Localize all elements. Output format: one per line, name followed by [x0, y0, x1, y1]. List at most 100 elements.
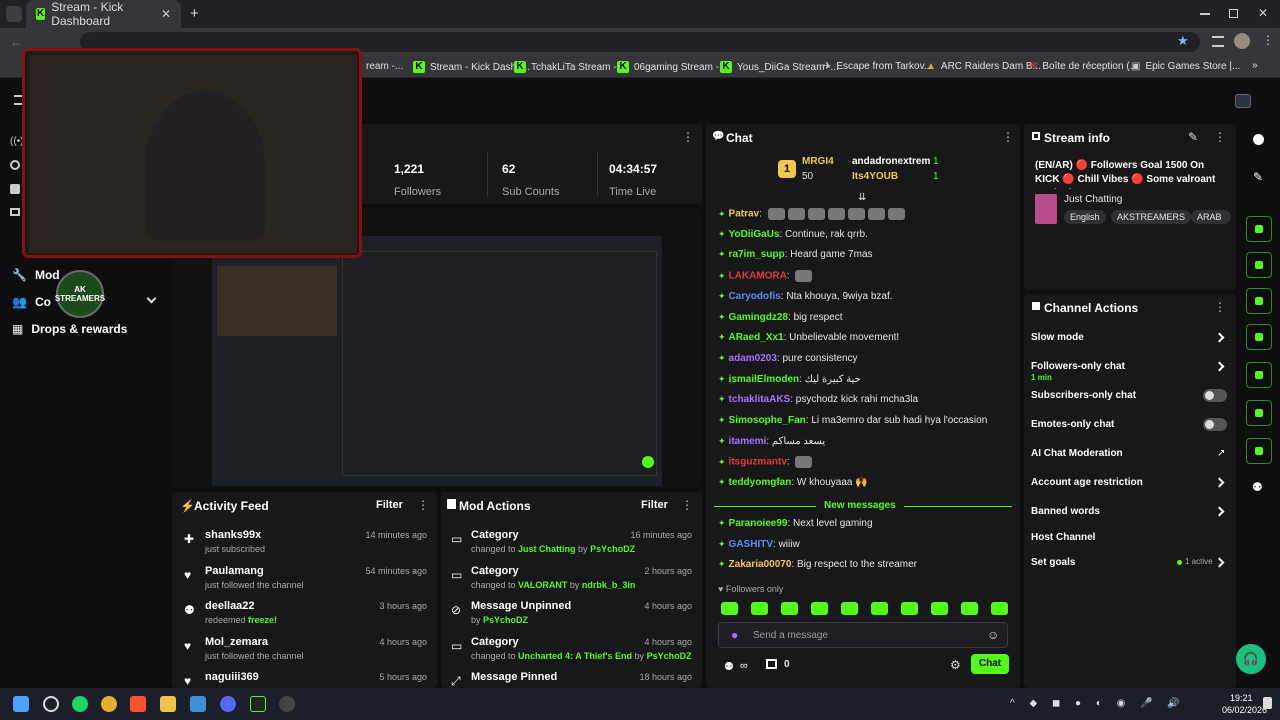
chat-settings-gear-icon[interactable]: ⚙ [950, 658, 961, 672]
chat-settings-icon[interactable] [10, 184, 20, 194]
support-button[interactable]: 🎧 [1236, 644, 1266, 674]
mod-filter-button[interactable]: Filter [641, 499, 668, 511]
kick-app-icon[interactable] [250, 696, 266, 712]
chat-message[interactable]: ✦ ARaed_Xx1: Unbelievable movement! [718, 332, 1014, 353]
mod-action-mod[interactable]: PsYchoDZ [647, 651, 691, 661]
mod-action-item[interactable]: ▭ Category changed to Just Chatting by PsY… [441, 526, 702, 560]
mod-action-mod[interactable]: ndrbk_b_3in [582, 580, 636, 590]
analytics-icon[interactable] [10, 160, 20, 170]
back-icon[interactable]: ← [10, 35, 22, 49]
chevron-right-icon[interactable] [1214, 557, 1225, 568]
sidebar-item-community[interactable]: 👥 Co [12, 295, 51, 309]
channel-action-row[interactable]: Subscribers-only chat [1031, 389, 1231, 412]
chrome-icon[interactable] [101, 696, 117, 712]
chat-username[interactable]: GASHITV [729, 539, 773, 550]
channel-action-row[interactable]: AI Chat Moderation ↗ [1031, 448, 1231, 470]
channel-actions-menu-icon[interactable]: ⋮ [1214, 300, 1226, 314]
channel-action-row[interactable]: Set goals 1 active [1031, 557, 1231, 579]
maximize-icon[interactable] [1229, 9, 1238, 18]
chat-username[interactable]: LAKAMORA [729, 271, 787, 282]
stream-preview-video[interactable] [212, 236, 662, 486]
spotify-icon[interactable] [72, 696, 88, 712]
activity-item[interactable]: ⚉ deellaa22 redeemed freeze! 3 hours ago [172, 597, 437, 631]
chat-username[interactable]: YoDiiGaUs [729, 229, 780, 240]
activity-filter-button[interactable]: Filter [376, 499, 403, 511]
emote-icon[interactable] [781, 602, 798, 615]
chat-message[interactable]: ✦ Caryodofis: Nta khouya, 9wiya bzaf. [718, 291, 1014, 312]
tool-button-crop[interactable] [1246, 216, 1272, 242]
emote-icon[interactable] [991, 602, 1008, 615]
chat-username[interactable]: Zakaria00070 [729, 559, 792, 570]
extensions-icon[interactable] [1212, 36, 1224, 47]
tool-button-lightning[interactable] [1246, 252, 1272, 278]
bookmark-item[interactable]: K TchakLiTa Stream -... [514, 61, 625, 73]
channel-action-row[interactable]: Host Channel [1031, 532, 1231, 554]
activity-user[interactable]: naguiii369 [205, 671, 259, 683]
community-tool-icon[interactable]: ⚉ [1252, 480, 1263, 494]
mod-action-target[interactable]: Uncharted 4: A Thief's End [518, 651, 632, 661]
chat-message[interactable]: ✦ Simosophe_Fan: Li ma3emro dar sub hadi … [718, 415, 1014, 436]
emoji-picker-icon[interactable]: ☺ [987, 628, 999, 642]
chat-message[interactable]: ✦ GASHITV: wiiiw [718, 539, 1014, 560]
channel-action-row[interactable]: Emotes-only chat [1031, 418, 1231, 441]
activity-item[interactable]: ♥ Paulamang just followed the channel 54 mi… [172, 562, 437, 596]
chat-username[interactable]: Patrav [729, 209, 760, 220]
close-tab-icon[interactable]: ✕ [161, 7, 171, 21]
toggle-switch[interactable] [1203, 389, 1227, 402]
chat-message[interactable]: ✦ adam0203: pure consistency [718, 353, 1014, 374]
emote-icon[interactable] [961, 602, 978, 615]
mod-action-item[interactable]: ▭ Category changed to VALORANT by ndrbk_b_… [441, 562, 702, 596]
chat-username[interactable]: tchaklitaAKS [729, 394, 791, 405]
external-link-icon[interactable]: ↗ [1217, 448, 1225, 459]
chat-menu-icon[interactable]: ⋮ [1002, 130, 1014, 144]
profile-avatar[interactable] [1234, 33, 1250, 49]
bookmark-item[interactable]: ▲ ARC Raiders Dam B... [926, 61, 1041, 72]
photos-icon[interactable] [190, 696, 206, 712]
tray-icons[interactable]: ^ ◆ ◼ ● ◐ ◉ 🎤 🔊 [1010, 698, 1186, 709]
chat-username[interactable]: Paranoiee99 [729, 518, 788, 529]
emote-icon[interactable] [871, 602, 888, 615]
chevron-right-icon[interactable] [1214, 506, 1225, 517]
emote-icon[interactable] [901, 602, 918, 615]
mod-action-target[interactable]: Just Chatting [518, 544, 576, 554]
chat-username[interactable]: ismailElmoden [729, 374, 800, 385]
sidebar-item-mod[interactable]: 🔧 Mod [12, 268, 60, 282]
browser-menu-icon[interactable]: ⋮ [1262, 33, 1274, 47]
rewards-icon[interactable] [766, 659, 777, 669]
mod-tools-icon[interactable]: ∞ [740, 660, 748, 672]
mod-action-item[interactable]: ⊘ Message Unpinned by PsYchoDZ 4 hours ago [441, 597, 702, 631]
mod-action-target[interactable]: VALORANT [518, 580, 567, 590]
activity-user[interactable]: deellaa22 [205, 600, 255, 612]
channel-action-row[interactable]: Slow mode [1031, 332, 1231, 354]
scroll-down-icon[interactable]: ⇊ [858, 192, 866, 203]
toggle-switch[interactable] [1203, 418, 1227, 431]
tool-button-wrench[interactable] [1246, 438, 1272, 464]
chat-message[interactable]: ✦ Gamingdz28: big respect [718, 312, 1014, 333]
emote-icon[interactable] [751, 602, 768, 615]
chat-username[interactable]: itamemi [729, 436, 767, 447]
mod-action-mod[interactable]: PsYchoDZ [483, 615, 528, 625]
activity-item[interactable]: ✚ shanks99x just subscribed 14 minutes ago [172, 526, 437, 560]
chat-message[interactable]: ✦ YoDiiGaUs: Continue, rak qrrb. [718, 229, 1014, 250]
chevron-right-icon[interactable] [1214, 477, 1225, 488]
emote-icon[interactable] [721, 602, 738, 615]
emote-icon[interactable] [931, 602, 948, 615]
minimize-icon[interactable] [1200, 13, 1210, 15]
pencil-tool-icon[interactable]: ✎ [1253, 170, 1263, 184]
chat-message[interactable]: ✦ LAKAMORA: [718, 270, 1014, 291]
chevron-right-icon[interactable] [1214, 361, 1225, 372]
chat-message[interactable]: ✦ Paranoiee99: Next level gaming [718, 518, 1014, 539]
bookmark-star-icon[interactable]: ★ [1177, 33, 1189, 49]
sidebar-expand-chevron-icon[interactable] [146, 293, 157, 304]
channel-action-row[interactable]: Banned words [1031, 506, 1231, 528]
chat-username[interactable]: adam0203 [729, 353, 777, 364]
chat-message[interactable]: ✦ itamemi: يسعد مساكم [718, 436, 1014, 457]
tool-button-layout[interactable] [1246, 400, 1272, 426]
send-chat-button[interactable]: Chat [971, 654, 1009, 674]
chat-message[interactable]: ✦ ra7im_supp: Heard game 7mas [718, 249, 1014, 270]
tool-button-broadcast[interactable] [1246, 362, 1272, 388]
obs-icon[interactable] [279, 696, 295, 712]
chat-message[interactable]: ✦ ismailElmoden: حية كبيرة ليك [718, 374, 1014, 395]
search-icon[interactable] [43, 696, 59, 712]
user-avatar[interactable] [1235, 94, 1251, 108]
